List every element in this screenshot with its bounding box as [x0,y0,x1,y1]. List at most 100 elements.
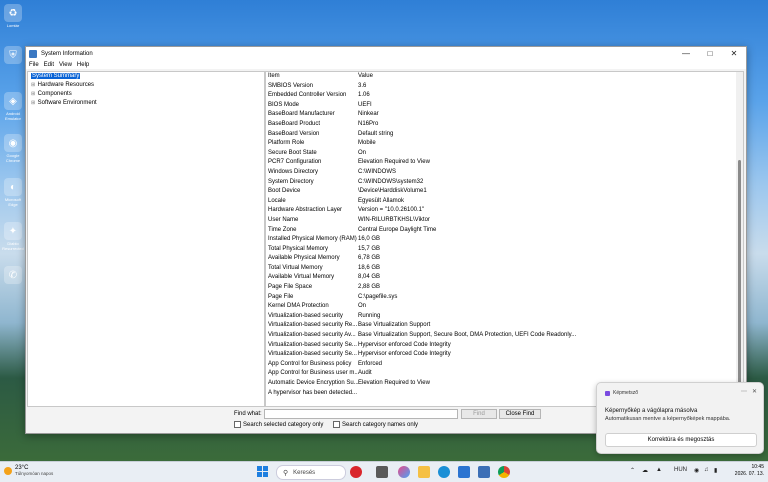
table-row[interactable]: Page File Space 2,88 GB [266,283,743,293]
table-row[interactable]: Embedded Controller Version 1.06 [266,91,743,101]
column-header-item[interactable]: Item [266,72,358,82]
system-information-taskbar-icon[interactable] [478,466,490,478]
table-row[interactable]: User Name WIN-RILURBTKHSL\Viktor [266,216,743,226]
clock[interactable]: 10:45 2026. 07. 13. [730,464,764,478]
row-value: Running [358,312,381,319]
file-explorer-icon[interactable] [418,466,430,478]
wifi-icon[interactable]: ◉ [694,467,699,474]
table-row[interactable]: Windows Directory C:\WINDOWS [266,168,743,178]
desktop-shortcut[interactable]: ◐ Microsoft Edge [2,178,24,207]
edge-icon[interactable] [438,466,450,478]
task-view-icon[interactable] [376,466,388,478]
row-item: BaseBoard Product [268,120,321,127]
tree-item-hardware-resources[interactable]: ⊞ Hardware Resources [28,81,264,90]
table-row[interactable]: BaseBoard Version Default string [266,130,743,140]
desktop-shortcut[interactable]: ◈ Android Emulator [2,92,24,121]
table-row[interactable]: Available Physical Memory 6,78 GB [266,254,743,264]
table-row[interactable]: Virtualization-based security Se... Hyper… [266,341,743,351]
desktop-shortcut[interactable]: ⛨ [2,46,24,65]
checkbox-icon[interactable] [234,421,241,428]
snipping-tool-notification[interactable]: Képmetsző ⋯ ✕ Képernyőkép a vágólapra má… [596,382,764,454]
row-item: System Directory [268,178,314,185]
row-value: Default string [358,130,394,137]
volume-icon[interactable]: ♫ [704,467,709,473]
menu-view[interactable]: View [59,62,72,68]
table-row[interactable]: Total Physical Memory 15,7 GB [266,245,743,255]
tree-item-components[interactable]: ⊞ Components [28,90,264,99]
row-value: Hypervisor enforced Code Integrity [358,341,451,348]
expand-icon[interactable]: ⊞ [31,90,36,99]
cloud-icon[interactable]: ☁ [642,467,648,474]
start-button[interactable] [257,466,268,477]
table-row[interactable]: Boot Device \Device\HarddiskVolume1 [266,187,743,197]
menu-edit[interactable]: Edit [44,62,54,68]
desktop-shortcut[interactable]: ◉ Google Chrome [2,134,24,163]
row-item: BaseBoard Manufacturer [268,111,335,118]
table-row[interactable]: App Control for Business policy Enforced [266,360,743,370]
table-row[interactable]: Installed Physical Memory (RAM) 16,0 GB [266,235,743,245]
battery-icon[interactable]: ▮ [714,467,717,474]
taskbar-search[interactable]: ⚲ Keresés [276,465,346,480]
menu-help[interactable]: Help [77,62,89,68]
markup-and-share-button[interactable]: Korrektúra és megosztás [605,433,757,447]
row-value: On [358,303,367,310]
search-selected-category-checkbox[interactable]: Search selected category only [234,421,323,428]
keyboard-language[interactable]: HUN [674,467,687,473]
vertical-scrollbar[interactable] [736,72,743,406]
close-icon[interactable]: ✕ [752,388,757,395]
table-row[interactable]: System Directory C:\WINDOWS\system32 [266,178,743,188]
notification-icon[interactable]: ▲ [656,467,662,473]
table-row[interactable]: Kernel DMA Protection On [266,302,743,312]
tree-item-label: Hardware Resources [37,82,95,88]
chrome-icon[interactable] [498,466,510,478]
close-button[interactable]: ✕ [722,47,746,60]
tree-item-system-summary[interactable]: System Summary [28,72,264,81]
table-row[interactable]: Total Virtual Memory 18,6 GB [266,264,743,274]
table-row[interactable]: PCR7 Configuration Elevation Required to … [266,158,743,168]
row-value: C:\pagefile.sys [358,293,398,300]
checkbox-icon[interactable] [333,421,340,428]
desktop-shortcut[interactable]: ♻ Lomtár [2,4,24,28]
scrollbar-thumb[interactable] [738,160,741,390]
details-list: Item Value SMBIOS Version 3.6 Embedded Con… [265,71,744,407]
table-row[interactable]: Virtualization-based security Se... Hyper… [266,350,743,360]
opera-icon[interactable] [350,466,362,478]
table-row[interactable]: BaseBoard Manufacturer Ninkear [266,110,743,120]
table-row[interactable]: Available Virtual Memory 8,04 GB [266,273,743,283]
table-row[interactable]: Locale Egyesült Államok [266,197,743,207]
close-find-button[interactable]: Close Find [499,409,541,419]
weather-widget[interactable]: 23°C Túlnyomóan napos [4,465,53,476]
table-row[interactable]: App Control for Business user m... Audit [266,369,743,379]
table-row[interactable]: Platform Role Mobile [266,139,743,149]
column-header-value[interactable]: Value [358,72,743,82]
desktop-shortcut[interactable]: ✦ Diablo Resurrected [2,222,24,251]
search-category-names-checkbox[interactable]: Search category names only [333,421,418,428]
android-icon: ◈ [4,92,22,110]
table-row[interactable]: Secure Boot State On [266,149,743,159]
clock-date: 2026. 07. 13. [734,471,764,477]
tree-item-software-environment[interactable]: ⊞ Software Environment [28,99,264,108]
table-row[interactable]: Page File C:\pagefile.sys [266,293,743,303]
table-row[interactable]: Time Zone Central Europe Daylight Time [266,226,743,236]
table-row[interactable]: Hardware Abstraction Layer Version = "10.… [266,206,743,216]
row-value: Ninkear [358,111,379,118]
expand-icon[interactable]: ⊞ [31,81,36,90]
show-hidden-icons-icon[interactable]: ⌃ [630,467,635,474]
menu-file[interactable]: File [29,62,39,68]
table-row[interactable]: Virtualization-based security Running [266,312,743,322]
minimize-button[interactable]: — [674,47,698,60]
store-icon[interactable] [458,466,470,478]
table-row[interactable]: BIOS Mode UEFI [266,101,743,111]
maximize-button[interactable]: □ [698,47,722,60]
table-row[interactable]: Virtualization-based security Av... Base … [266,331,743,341]
table-row[interactable]: Virtualization-based security Re... Base … [266,321,743,331]
more-options-icon[interactable]: ⋯ [741,388,747,395]
table-row[interactable]: SMBIOS Version 3.6 [266,82,743,92]
find-input[interactable] [264,409,458,419]
table-row[interactable]: BaseBoard Product N16Pro [266,120,743,130]
expand-icon[interactable]: ⊞ [31,99,36,108]
title-bar[interactable]: System Information — □ ✕ [26,47,746,60]
find-button[interactable]: Find [461,409,497,419]
desktop-shortcut[interactable]: ✆ [2,266,24,285]
copilot-icon[interactable] [398,466,410,478]
